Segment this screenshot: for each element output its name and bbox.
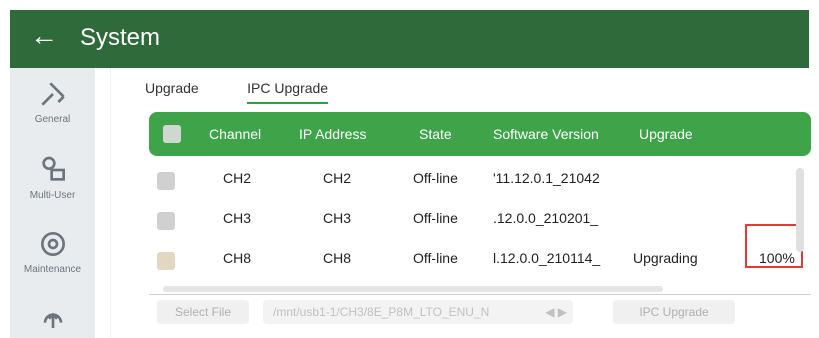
- main-content: Upgrade IPC Upgrade Channel IP Address S…: [110, 68, 811, 338]
- table-row: CH8 CH8 Off-line l.12.0.0_210114_ Upgrad…: [149, 240, 811, 278]
- cell-software-version: .12.0.0_210201_: [493, 210, 599, 226]
- sidebar-item-label: General: [34, 114, 71, 125]
- sidebar-item-multi-user[interactable]: Multi-User: [10, 154, 95, 201]
- sidebar-item-maintenance[interactable]: Maintenance: [10, 228, 95, 275]
- page-root: { "header": { "title": "System", "back_i…: [0, 0, 819, 338]
- app-header: ← System: [10, 10, 809, 68]
- path-nav-arrows-icon[interactable]: ◀ ▶: [545, 300, 567, 324]
- select-all-checkbox[interactable]: [163, 125, 181, 143]
- user-icon: [41, 156, 65, 181]
- tab-bar: Upgrade IPC Upgrade: [145, 80, 372, 104]
- select-file-button[interactable]: Select File: [157, 300, 249, 324]
- sidebar-item-label: Multi-User: [29, 190, 76, 201]
- horizontal-scrollbar[interactable]: [163, 286, 663, 292]
- table-header: Channel IP Address State Software Versio…: [149, 112, 811, 156]
- row-checkbox[interactable]: [157, 172, 175, 190]
- upgrade-icon: [43, 312, 62, 328]
- sidebar: General Multi-User Maintenance: [10, 68, 95, 338]
- cell-state: Off-line: [413, 210, 458, 226]
- column-header-ip: IP Address: [299, 126, 367, 142]
- file-path-value: /mnt/usb1-1/CH3/8E_P8M_LTO_ENU_N: [273, 305, 490, 319]
- cell-upgrade-status: Upgrading: [633, 250, 698, 266]
- cell-ip: CH3: [323, 210, 352, 226]
- maintenance-icon: [40, 232, 65, 256]
- sidebar-item-label: Maintenance: [23, 264, 82, 275]
- cell-software-version: '11.12.0.1_21042: [493, 170, 600, 186]
- back-arrow-icon[interactable]: ←: [30, 20, 58, 52]
- row-checkbox[interactable]: [157, 212, 175, 230]
- cell-ip: CH8: [323, 250, 352, 266]
- tab-upgrade[interactable]: Upgrade: [145, 80, 199, 102]
- table-row: CH2 CH2 Off-line '11.12.0.1_21042: [149, 160, 811, 198]
- page-title: System: [80, 24, 161, 51]
- cell-channel: CH2: [223, 170, 252, 186]
- cell-channel: CH3: [223, 210, 252, 226]
- cell-ip: CH2: [323, 170, 352, 186]
- column-header-software-version: Software Version: [493, 126, 599, 142]
- cell-software-version: l.12.0.0_210114_: [493, 250, 601, 266]
- highlight-box: [745, 224, 803, 268]
- sidebar-item-general[interactable]: General: [10, 78, 95, 125]
- cell-state: Off-line: [413, 250, 458, 266]
- cell-state: Off-line: [413, 170, 458, 186]
- divider: [149, 294, 811, 295]
- column-header-state: State: [419, 126, 452, 142]
- row-checkbox[interactable]: [157, 252, 175, 270]
- vertical-scrollbar[interactable]: [796, 168, 804, 252]
- wrench-screwdriver-icon: [40, 82, 65, 106]
- file-path-field[interactable]: /mnt/usb1-1/CH3/8E_P8M_LTO_ENU_N ◀ ▶: [263, 300, 573, 324]
- column-header-channel: Channel: [209, 126, 262, 142]
- cell-channel: CH8: [223, 250, 252, 266]
- column-header-upgrade: Upgrade: [639, 126, 693, 142]
- ipc-upgrade-button[interactable]: IPC Upgrade: [613, 300, 735, 324]
- tab-ipc-upgrade[interactable]: IPC Upgrade: [247, 80, 329, 104]
- table-row: CH3 CH3 Off-line .12.0.0_210201_: [149, 200, 811, 238]
- sidebar-item-upgrade[interactable]: [10, 304, 95, 336]
